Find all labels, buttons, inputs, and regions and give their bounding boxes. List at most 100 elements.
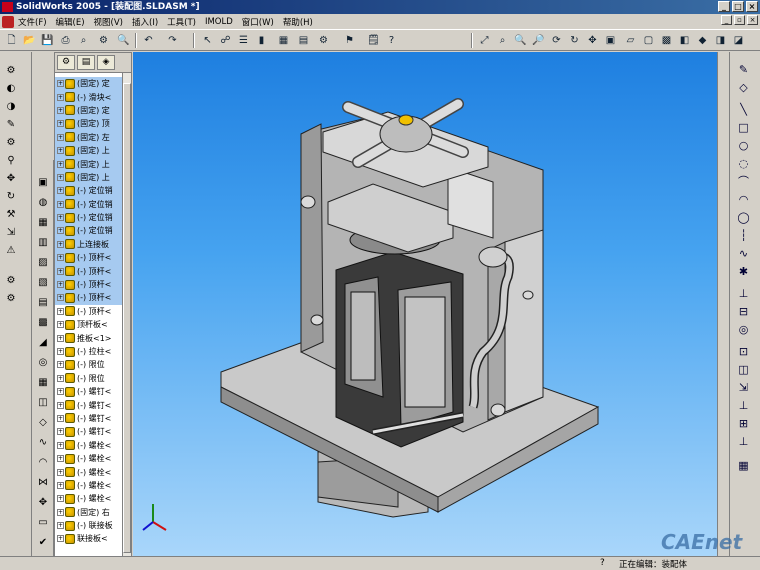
expand-icon[interactable]: + bbox=[57, 93, 64, 101]
menu-window[interactable]: 窗口(W) bbox=[242, 16, 274, 28]
zoom-in-out-icon[interactable]: 🔍 bbox=[513, 33, 528, 48]
fillet-icon[interactable]: ▨ bbox=[36, 256, 50, 270]
help-flag-icon[interactable]: ⚑ bbox=[342, 33, 357, 48]
mate-icon[interactable]: ⚲ bbox=[4, 154, 18, 168]
print-preview-icon[interactable]: ⌕ bbox=[76, 33, 91, 48]
close-button[interactable]: × bbox=[746, 1, 758, 12]
add-relation-icon[interactable]: ⊥ bbox=[736, 398, 751, 413]
shaded-icon[interactable]: ◆ bbox=[695, 33, 710, 48]
viewport-scrollbar[interactable] bbox=[717, 52, 729, 556]
status-help-icon[interactable]: ? bbox=[600, 558, 605, 568]
three-point-arc-icon[interactable]: ◠ bbox=[736, 192, 751, 207]
move-component-icon[interactable]: ✥ bbox=[4, 172, 18, 186]
expand-icon[interactable]: + bbox=[57, 160, 64, 168]
section-view-icon[interactable]: ◨ bbox=[713, 33, 728, 48]
insert-component-icon[interactable]: ⚙ bbox=[4, 64, 18, 78]
document-icon[interactable] bbox=[2, 15, 14, 28]
tree-item[interactable]: + (-) 定位销 bbox=[55, 210, 123, 225]
rotate-icon[interactable]: ↻ bbox=[567, 33, 582, 48]
tree-item[interactable]: + (固定) 右 bbox=[55, 506, 123, 519]
expand-icon[interactable]: + bbox=[57, 200, 64, 208]
point-icon[interactable]: ✱ bbox=[736, 264, 751, 279]
tree-item[interactable]: + (-) 螺钉< bbox=[55, 385, 123, 398]
pattern-icon[interactable]: ▦ bbox=[36, 376, 50, 390]
arc-icon[interactable]: ◌ bbox=[736, 156, 751, 171]
interference-icon[interactable]: ⚠ bbox=[4, 244, 18, 258]
mirror-sketch-icon[interactable]: ◫ bbox=[736, 362, 751, 377]
tree-item[interactable]: + 联接板< bbox=[55, 532, 123, 545]
hidden-lines-icon[interactable]: ▢ bbox=[641, 33, 656, 48]
save-icon[interactable]: 💾 bbox=[40, 33, 55, 48]
expand-icon[interactable]: + bbox=[57, 522, 64, 530]
expand-icon[interactable]: + bbox=[57, 495, 64, 503]
perspective-icon[interactable]: ◪ bbox=[731, 33, 746, 48]
tree-item[interactable]: + (-) 限位 bbox=[55, 372, 123, 385]
shell-icon[interactable]: ▩ bbox=[36, 316, 50, 330]
tree-scrollbar[interactable] bbox=[122, 73, 131, 556]
edit-component-icon[interactable]: ✎ bbox=[4, 118, 18, 132]
expand-icon[interactable]: + bbox=[57, 414, 64, 422]
tangent-arc-icon[interactable]: ⌒ bbox=[736, 174, 751, 189]
centerline-icon[interactable]: ┆ bbox=[736, 228, 751, 243]
circle-icon[interactable]: ○ bbox=[736, 138, 751, 153]
sketch-icon[interactable]: ✎ bbox=[736, 62, 751, 77]
move-sketch-icon[interactable]: ⇲ bbox=[736, 380, 751, 395]
simulation-icon[interactable]: ⚙ bbox=[4, 292, 18, 306]
assembly-features-icon[interactable]: ⚙ bbox=[4, 274, 18, 288]
redo-icon[interactable]: ↷ bbox=[165, 33, 180, 48]
pan-icon[interactable]: ✥ bbox=[585, 33, 600, 48]
expand-icon[interactable]: + bbox=[57, 401, 64, 409]
graphics-viewport[interactable] bbox=[133, 52, 717, 556]
tab-feature-manager[interactable]: ⚙ bbox=[57, 55, 75, 70]
expand-icon[interactable]: + bbox=[57, 455, 64, 463]
menu-imold[interactable]: IMOLD bbox=[205, 17, 233, 27]
expand-icon[interactable]: + bbox=[57, 361, 64, 369]
expand-icon[interactable]: + bbox=[57, 508, 64, 516]
expand-icon[interactable]: + bbox=[57, 133, 64, 141]
tree-item[interactable]: + (-) 螺栓< bbox=[55, 452, 123, 465]
open-file-icon[interactable]: 📂 bbox=[22, 33, 37, 48]
extrude-icon[interactable]: ▣ bbox=[36, 176, 50, 190]
expand-icon[interactable]: + bbox=[57, 120, 64, 128]
tree-item[interactable]: + (固定) 上 bbox=[55, 170, 123, 185]
properties-icon[interactable]: ▤ bbox=[296, 33, 311, 48]
menu-edit[interactable]: 编辑(E) bbox=[56, 16, 85, 28]
tree-item[interactable]: + (-) 螺栓< bbox=[55, 465, 123, 478]
expand-icon[interactable]: + bbox=[57, 348, 64, 355]
print-icon[interactable]: ⎙ bbox=[58, 33, 73, 48]
hidden-removed-icon[interactable]: ▩ bbox=[659, 33, 674, 48]
expand-icon[interactable]: + bbox=[57, 267, 64, 275]
expand-icon[interactable]: + bbox=[57, 173, 64, 181]
rectangle-icon[interactable]: □ bbox=[736, 120, 751, 135]
mirror-icon[interactable]: ◫ bbox=[36, 396, 50, 410]
tree-item[interactable]: + (-) 顶杆< bbox=[55, 291, 123, 305]
tree-item[interactable]: + (固定) 上 bbox=[55, 143, 123, 158]
wireframe-icon[interactable]: ▱ bbox=[623, 33, 638, 48]
minimize-button[interactable]: _ bbox=[718, 1, 730, 12]
tree-item[interactable]: + (-) 拉柱< bbox=[55, 345, 123, 358]
expand-icon[interactable]: + bbox=[57, 80, 64, 88]
dome-icon[interactable]: ◠ bbox=[36, 456, 50, 470]
rotate-view-icon[interactable]: ⟳ bbox=[549, 33, 564, 48]
no-external-ref-icon[interactable]: ⚙ bbox=[4, 136, 18, 150]
loft-icon[interactable]: ▥ bbox=[36, 236, 50, 250]
expand-icon[interactable]: + bbox=[57, 187, 64, 195]
expand-icon[interactable]: + bbox=[57, 468, 64, 476]
sheet-metal-icon[interactable]: ▭ bbox=[36, 516, 50, 530]
tree-item[interactable]: + 上连接板 bbox=[55, 237, 123, 252]
grid-icon[interactable]: ▦ bbox=[276, 33, 291, 48]
expand-icon[interactable]: + bbox=[57, 254, 64, 262]
menu-insert[interactable]: 插入(I) bbox=[132, 16, 158, 28]
zoom-page-icon[interactable]: 🔍 bbox=[116, 33, 131, 48]
tree-item[interactable]: + 顶杆板< bbox=[55, 318, 123, 331]
expand-icon[interactable]: + bbox=[57, 441, 64, 449]
doc-minimize-button[interactable]: _ bbox=[721, 15, 732, 25]
trim-icon[interactable]: ◎ bbox=[736, 322, 751, 337]
display-relations-icon[interactable]: ⊞ bbox=[736, 416, 751, 431]
tree-item[interactable]: + (-) 定位销 bbox=[55, 224, 123, 238]
tree-item[interactable]: + 推板<1> bbox=[55, 331, 123, 344]
chamfer-icon[interactable]: ▧ bbox=[36, 276, 50, 290]
expand-icon[interactable]: + bbox=[57, 428, 64, 436]
tree-item[interactable]: + (-) 顶杆< bbox=[55, 277, 123, 292]
line-icon[interactable]: ╲ bbox=[736, 102, 751, 117]
